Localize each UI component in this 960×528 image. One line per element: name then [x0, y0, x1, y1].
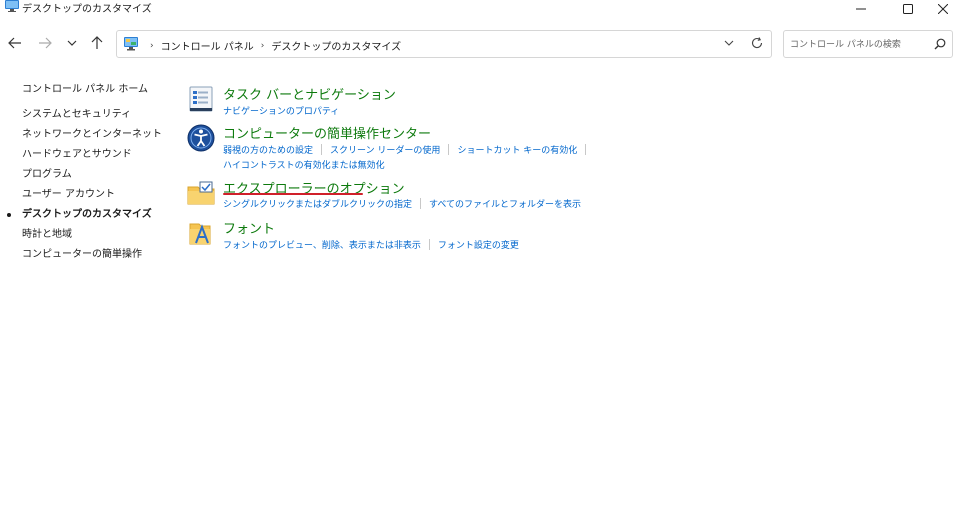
- address-history-button[interactable]: [721, 37, 737, 51]
- refresh-icon: [751, 36, 763, 52]
- taskbar-icon: [186, 84, 216, 114]
- category-links: シングルクリックまたはダブルクリックの指定 すべてのファイルとフォルダーを表示: [223, 196, 623, 211]
- link-separator: [448, 144, 450, 155]
- breadcrumb-desktop-customization[interactable]: デスクトップのカスタマイズ: [271, 38, 401, 53]
- chevron-right-icon: ›: [260, 40, 265, 51]
- sidebar-item-label: 時計と地域: [22, 229, 72, 240]
- category-links: ナビゲーションのプロパティ: [223, 103, 623, 118]
- sidebar-item-label: システムとセキュリティ: [22, 109, 132, 120]
- title-bar: デスクトップのカスタマイズ: [0, 0, 960, 22]
- link-single-double-click[interactable]: シングルクリックまたはダブルクリックの指定: [223, 197, 412, 210]
- fonts-icon: [186, 218, 216, 248]
- sidebar-item-desktop-customization[interactable]: デスクトップのカスタマイズ: [0, 208, 170, 228]
- minimize-icon: [856, 4, 866, 14]
- sidebar-item-network[interactable]: ネットワークとインターネット: [0, 128, 170, 148]
- window-title: デスクトップのカスタマイズ: [22, 4, 152, 15]
- link-row: ナビゲーションのプロパティ: [223, 103, 623, 118]
- link-high-contrast[interactable]: ハイコントラストの有効化または無効化: [223, 158, 385, 171]
- close-icon: [938, 4, 948, 14]
- link-show-all-files[interactable]: すべてのファイルとフォルダーを表示: [429, 197, 581, 210]
- up-button[interactable]: [86, 34, 108, 54]
- sidebar-item-programs[interactable]: プログラム: [0, 168, 170, 188]
- minimize-button[interactable]: [838, 0, 884, 18]
- category-title-taskbar[interactable]: タスク バーとナビゲーション: [223, 84, 396, 103]
- link-low-vision-settings[interactable]: 弱視の方のための設定: [223, 143, 313, 156]
- ease-of-access-icon: [186, 123, 216, 153]
- category-ease-of-access: コンピューターの簡単操作センター 弱視の方のための設定 スクリーン リーダーの使…: [186, 123, 606, 173]
- folder-options-icon: [186, 178, 216, 208]
- sidebar-item-system-security[interactable]: システムとセキュリティ: [0, 108, 170, 128]
- link-separator: [321, 144, 323, 155]
- maximize-icon: [903, 4, 913, 14]
- arrow-up-icon: [91, 35, 103, 53]
- category-explorer-options: エクスプローラーのオプション シングルクリックまたはダブルクリックの指定 すべて…: [186, 178, 606, 214]
- search-input[interactable]: [790, 37, 926, 52]
- sidebar-item-label: プログラム: [22, 169, 72, 180]
- link-font-settings[interactable]: フォント設定の変更: [438, 238, 519, 251]
- control-panel-icon: [4, 0, 20, 12]
- category-title-ease-of-access[interactable]: コンピューターの簡単操作センター: [223, 123, 431, 142]
- search-box: [783, 30, 953, 58]
- sidebar-item-label: コンピューターの簡単操作: [22, 249, 142, 260]
- category-fonts: フォント フォントのプレビュー、削除、表示または非表示 フォント設定の変更: [186, 218, 606, 254]
- forward-button[interactable]: [34, 34, 56, 54]
- link-shortcut-keys[interactable]: ショートカット キーの有効化: [457, 143, 577, 156]
- link-row: フォントのプレビュー、削除、表示または非表示 フォント設定の変更: [223, 237, 623, 252]
- category-title-fonts[interactable]: フォント: [223, 218, 275, 237]
- annotation-underline: [223, 193, 363, 195]
- category-links: 弱視の方のための設定 スクリーン リーダーの使用 ショートカット キーの有効化 …: [223, 142, 623, 172]
- sidebar-item-clock-region[interactable]: 時計と地域: [0, 228, 170, 248]
- refresh-button[interactable]: [749, 36, 765, 52]
- active-bullet-icon: [7, 213, 11, 217]
- recent-locations-button[interactable]: [61, 34, 83, 54]
- sidebar-item-user-accounts[interactable]: ユーザー アカウント: [0, 188, 170, 208]
- back-button[interactable]: [4, 34, 26, 54]
- link-navigation-properties[interactable]: ナビゲーションのプロパティ: [223, 104, 339, 117]
- chevron-down-icon: [67, 39, 77, 50]
- link-separator: [585, 144, 587, 155]
- close-button[interactable]: [920, 0, 960, 18]
- navigation-bar: › コントロール パネル › デスクトップのカスタマイズ: [0, 26, 960, 62]
- chevron-down-icon: [724, 39, 734, 50]
- sidebar-home-link[interactable]: コントロール パネル ホーム: [22, 80, 148, 95]
- sidebar-item-ease-of-access[interactable]: コンピューターの簡単操作: [0, 248, 170, 268]
- link-separator: [420, 198, 422, 209]
- link-row: ハイコントラストの有効化または無効化: [223, 157, 623, 172]
- search-icon[interactable]: [934, 38, 946, 50]
- arrow-right-icon: [38, 37, 52, 52]
- arrow-left-icon: [8, 37, 22, 52]
- chevron-right-icon: ›: [150, 40, 154, 51]
- sidebar-item-label: デスクトップのカスタマイズ: [22, 209, 152, 220]
- category-links: フォントのプレビュー、削除、表示または非表示 フォント設定の変更: [223, 237, 623, 252]
- link-row: シングルクリックまたはダブルクリックの指定 すべてのファイルとフォルダーを表示: [223, 196, 623, 211]
- link-screen-reader[interactable]: スクリーン リーダーの使用: [330, 143, 440, 156]
- link-separator: [428, 239, 430, 250]
- sidebar-item-hardware-sound[interactable]: ハードウェアとサウンド: [0, 148, 170, 168]
- link-row: 弱視の方のための設定 スクリーン リーダーの使用 ショートカット キーの有効化: [223, 142, 623, 157]
- address-bar[interactable]: › コントロール パネル › デスクトップのカスタマイズ: [116, 30, 772, 58]
- breadcrumb-control-panel[interactable]: コントロール パネル: [161, 38, 254, 53]
- sidebar-item-label: ネットワークとインターネット: [22, 129, 162, 140]
- sidebar-item-label: ユーザー アカウント: [22, 189, 115, 200]
- breadcrumb: › コントロール パネル › デスクトップのカスタマイズ: [143, 38, 401, 54]
- sidebar-item-label: ハードウェアとサウンド: [22, 149, 132, 160]
- category-taskbar: タスク バーとナビゲーション ナビゲーションのプロパティ: [186, 84, 606, 118]
- sidebar-list: システムとセキュリティ ネットワークとインターネット ハードウェアとサウンド プ…: [0, 108, 170, 268]
- control-panel-icon: [123, 37, 139, 51]
- link-font-preview[interactable]: フォントのプレビュー、削除、表示または非表示: [223, 238, 421, 251]
